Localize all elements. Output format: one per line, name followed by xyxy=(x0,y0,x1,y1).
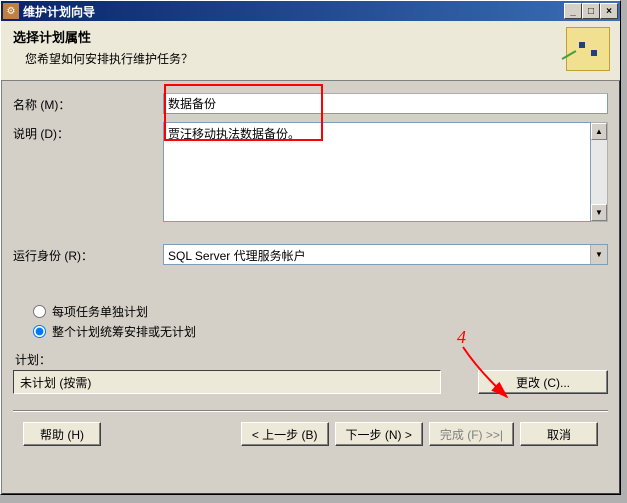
next-button[interactable]: 下一步 (N) > xyxy=(335,422,423,446)
help-button[interactable]: 帮助 (H) xyxy=(23,422,101,446)
description-row: 说明 (D)： ▲ ▼ xyxy=(13,122,608,222)
wizard-header-icon xyxy=(566,27,610,71)
wizard-header: 选择计划属性 您希望如何安排执行维护任务？ xyxy=(1,21,620,81)
window-controls: _ □ × xyxy=(564,3,618,19)
finish-button: 完成 (F) >>| xyxy=(429,422,514,446)
wizard-window: ⚙ 维护计划向导 _ □ × 选择计划属性 您希望如何安排执行维护任务？ 名称 … xyxy=(0,0,621,495)
page-title: 选择计划属性 xyxy=(13,27,608,46)
close-button[interactable]: × xyxy=(600,3,618,19)
wizard-footer: 帮助 (H) < 上一步 (B) 下一步 (N) > 完成 (F) >>| 取消 xyxy=(13,412,608,456)
plan-value-box: 未计划 (按需) xyxy=(13,370,441,394)
page-subtitle: 您希望如何安排执行维护任务？ xyxy=(25,50,608,67)
scroll-down-icon[interactable]: ▼ xyxy=(591,204,607,221)
name-input[interactable] xyxy=(163,93,608,114)
runas-value: SQL Server 代理服务帐户 xyxy=(164,245,590,264)
scroll-up-icon[interactable]: ▲ xyxy=(591,123,607,140)
plan-left: 计划： 未计划 (按需) xyxy=(13,351,458,394)
plan-label: 计划： xyxy=(15,351,458,368)
app-icon: ⚙ xyxy=(3,3,19,19)
radio-per-task-input[interactable] xyxy=(33,305,46,318)
runas-label: 运行身份 (R)： xyxy=(13,244,163,264)
radio-whole-plan-label: 整个计划统筹安排或无计划 xyxy=(52,323,196,340)
cancel-button[interactable]: 取消 xyxy=(520,422,598,446)
maximize-button[interactable]: □ xyxy=(582,3,600,19)
minimize-button[interactable]: _ xyxy=(564,3,582,19)
radio-per-task-label: 每项任务单独计划 xyxy=(52,303,148,320)
radio-whole-plan-input[interactable] xyxy=(33,325,46,338)
plan-section: 计划： 未计划 (按需) 更改 (C)... xyxy=(13,351,608,394)
titlebar: ⚙ 维护计划向导 _ □ × xyxy=(1,1,620,21)
client-area: 选择计划属性 您希望如何安排执行维护任务？ 名称 (M)： 说明 (D)： ▲ … xyxy=(1,21,620,494)
runas-dropdown[interactable]: SQL Server 代理服务帐户 ▼ xyxy=(163,244,608,265)
radio-whole-plan[interactable]: 整个计划统筹安排或无计划 xyxy=(33,321,608,341)
name-label: 名称 (M)： xyxy=(13,93,163,113)
description-scrollbar[interactable]: ▲ ▼ xyxy=(591,122,608,222)
window-title: 维护计划向导 xyxy=(23,3,564,20)
description-wrap: ▲ ▼ xyxy=(163,122,608,222)
radio-per-task[interactable]: 每项任务单独计划 xyxy=(33,301,608,321)
name-row: 名称 (M)： xyxy=(13,93,608,114)
wizard-body: 名称 (M)： 说明 (D)： ▲ ▼ 运行身份 (R)： SQL Server… xyxy=(1,81,620,494)
schedule-mode-group: 每项任务单独计划 整个计划统筹安排或无计划 xyxy=(33,301,608,341)
back-button[interactable]: < 上一步 (B) xyxy=(241,422,329,446)
description-label: 说明 (D)： xyxy=(13,122,163,142)
runas-row: 运行身份 (R)： SQL Server 代理服务帐户 ▼ xyxy=(13,244,608,265)
change-schedule-button[interactable]: 更改 (C)... xyxy=(478,370,608,394)
description-textarea[interactable] xyxy=(163,122,591,222)
chevron-down-icon[interactable]: ▼ xyxy=(590,245,607,264)
